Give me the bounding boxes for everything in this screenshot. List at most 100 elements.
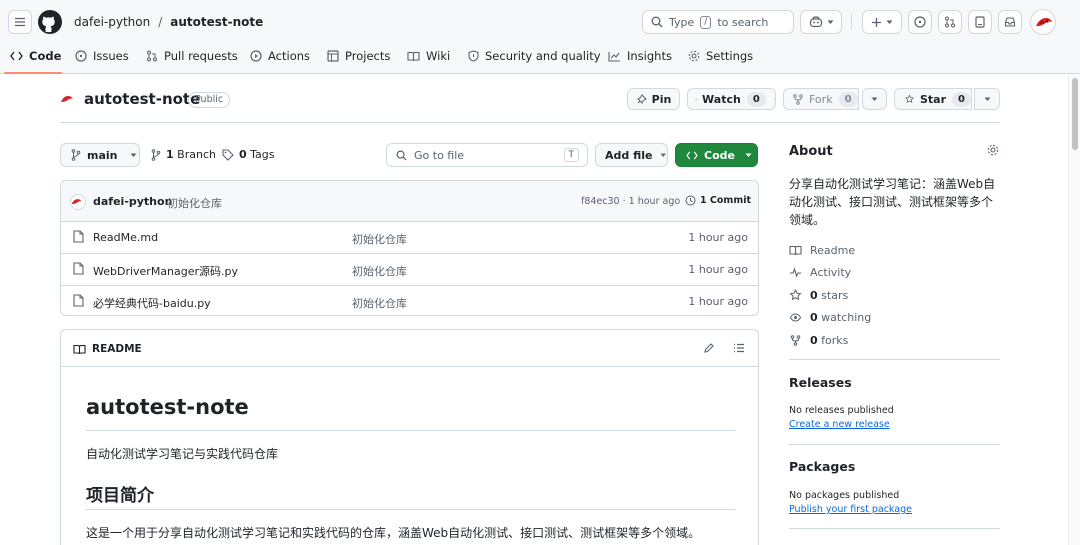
shield-icon xyxy=(468,50,479,62)
repo-title[interactable]: autotest-note xyxy=(84,90,200,108)
tab-insights[interactable]: Insights xyxy=(608,46,672,66)
pin-button[interactable]: Pin xyxy=(627,88,680,110)
chevron-down-icon xyxy=(827,20,833,24)
file-name[interactable]: ReadMe.md xyxy=(93,231,158,244)
tab-security[interactable]: Security and quality xyxy=(468,46,601,66)
file-icon xyxy=(73,230,84,243)
pull-requests-header-button[interactable] xyxy=(938,10,962,34)
packages-empty: No packages published xyxy=(789,490,900,501)
readme-title: autotest-note xyxy=(86,395,249,419)
readme-link[interactable]: Readme xyxy=(789,242,855,258)
fork-button[interactable]: Fork 0 xyxy=(783,88,859,110)
avatar-logo-icon xyxy=(71,199,82,205)
about-description: 分享自动化测试学习笔记：涵盖Web自动化测试、接口测试、测试框架等多个领域。 xyxy=(789,177,996,227)
activity-link[interactable]: Activity xyxy=(789,264,851,280)
pin-label: Pin xyxy=(651,92,672,106)
edit-readme-button[interactable] xyxy=(703,342,715,354)
repo-avatar xyxy=(60,91,77,108)
breadcrumb-repo[interactable]: autotest-note xyxy=(170,15,263,29)
watch-button[interactable]: Watch 0 xyxy=(687,88,776,110)
tab-settings[interactable]: Settings xyxy=(688,46,753,66)
fork-dropdown-button[interactable] xyxy=(862,88,887,110)
breadcrumb-owner[interactable]: dafei-python xyxy=(74,15,150,29)
releases-title[interactable]: Releases xyxy=(789,375,852,390)
issues-header-button[interactable] xyxy=(908,10,932,34)
file-list: dafei-python 初始化仓库 f84ec30 · 1 hour ago … xyxy=(60,180,759,316)
sidebar-divider xyxy=(789,444,1000,445)
branches-link[interactable]: 1 Branch xyxy=(151,148,216,161)
watching-link[interactable]: 0 watching xyxy=(789,309,871,325)
copilot-button[interactable] xyxy=(800,10,842,34)
file-commit-message[interactable]: 初始化仓库 xyxy=(352,263,407,279)
tab-wiki[interactable]: Wiki xyxy=(407,46,450,66)
fork-count: 0 xyxy=(838,91,858,107)
watching-count: 0 xyxy=(810,310,818,324)
about-title: About xyxy=(789,144,833,159)
publish-package-link[interactable]: Publish your first package xyxy=(789,504,912,515)
issue-icon xyxy=(75,50,87,62)
scrollbar-track[interactable] xyxy=(1068,74,1080,545)
create-new-button[interactable] xyxy=(862,10,902,34)
add-file-button[interactable]: Add file xyxy=(595,143,668,167)
readme-tab[interactable]: README xyxy=(73,343,142,355)
commit-author[interactable]: dafei-python xyxy=(93,195,172,208)
commit-hash-time[interactable]: f84ec30 · 1 hour ago xyxy=(581,196,680,207)
stars-link[interactable]: 0 stars xyxy=(789,287,848,303)
about-settings-button[interactable] xyxy=(987,144,999,156)
file-name[interactable]: 必学经典代码-baidu.py xyxy=(93,295,211,311)
search-icon xyxy=(651,16,663,28)
tab-projects[interactable]: Projects xyxy=(327,46,390,66)
scrollbar-thumb[interactable] xyxy=(1072,78,1078,150)
header-divider xyxy=(851,14,852,30)
table-row[interactable]: WebDriverManager源码.py 初始化仓库 1 hour ago xyxy=(61,253,758,285)
star-dropdown-button[interactable] xyxy=(974,88,1000,110)
packages-title[interactable]: Packages xyxy=(789,459,855,474)
table-row[interactable]: ReadMe.md 初始化仓库 1 hour ago xyxy=(61,221,758,253)
star-icon xyxy=(905,94,914,104)
chevron-down-icon xyxy=(886,20,893,24)
tab-pull-requests[interactable]: Pull requests xyxy=(146,46,238,66)
go-to-file-input[interactable]: Go to file T xyxy=(386,143,588,167)
table-row[interactable]: 必学经典代码-baidu.py 初始化仓库 1 hour ago xyxy=(61,285,758,315)
file-name[interactable]: WebDriverManager源码.py xyxy=(93,263,238,279)
stars-label: stars xyxy=(821,288,849,302)
tag-icon xyxy=(222,148,234,161)
tab-issues[interactable]: Issues xyxy=(75,46,129,66)
outline-button[interactable] xyxy=(733,342,745,354)
releases-empty: No releases published xyxy=(789,405,894,416)
file-commit-message[interactable]: 初始化仓库 xyxy=(352,231,407,247)
inbox-button[interactable] xyxy=(998,10,1022,34)
forks-link[interactable]: 0 forks xyxy=(789,332,848,348)
github-logo-icon[interactable] xyxy=(38,10,62,34)
readme-paragraph: 这是一个用于分享自动化测试学习笔记和实践代码的仓库，涵盖Web自动化测试、接口测… xyxy=(86,526,701,540)
user-avatar[interactable] xyxy=(1030,9,1056,35)
readme-panel: README autotest-note 自动化测试学习笔记与实践代码仓库 项目… xyxy=(60,329,759,545)
search-button[interactable]: Type / to search xyxy=(642,10,794,34)
chevron-down-icon xyxy=(660,153,667,157)
hamburger-icon xyxy=(15,17,25,27)
menu-button[interactable] xyxy=(8,10,32,34)
commits-link[interactable]: 1 Commit xyxy=(685,195,751,206)
table-icon xyxy=(327,50,339,62)
commit-message[interactable]: 初始化仓库 xyxy=(167,195,222,211)
tab-actions[interactable]: Actions xyxy=(250,46,310,66)
tags-link[interactable]: 0 Tags xyxy=(222,148,275,161)
forks-count: 0 xyxy=(810,333,818,347)
watch-label: Watch xyxy=(702,92,741,106)
go-to-file-placeholder: Go to file xyxy=(414,148,465,162)
gear-icon xyxy=(987,144,999,156)
star-button[interactable]: Star 0 xyxy=(894,88,972,110)
readme-tab-label: README xyxy=(92,343,142,355)
file-commit-message[interactable]: 初始化仓库 xyxy=(352,295,407,311)
sidebar-divider xyxy=(789,528,1000,529)
branch-selector[interactable]: main xyxy=(60,143,140,167)
code-button[interactable]: Code xyxy=(675,143,758,167)
repo-icon xyxy=(975,16,985,28)
eye-icon xyxy=(789,312,802,322)
star-icon xyxy=(789,289,802,301)
tab-code[interactable]: Code xyxy=(10,46,61,66)
repositories-header-button[interactable] xyxy=(968,10,992,34)
star-label: Star xyxy=(920,92,947,106)
create-release-link[interactable]: Create a new release xyxy=(789,419,890,430)
inbox-icon xyxy=(1004,17,1016,27)
